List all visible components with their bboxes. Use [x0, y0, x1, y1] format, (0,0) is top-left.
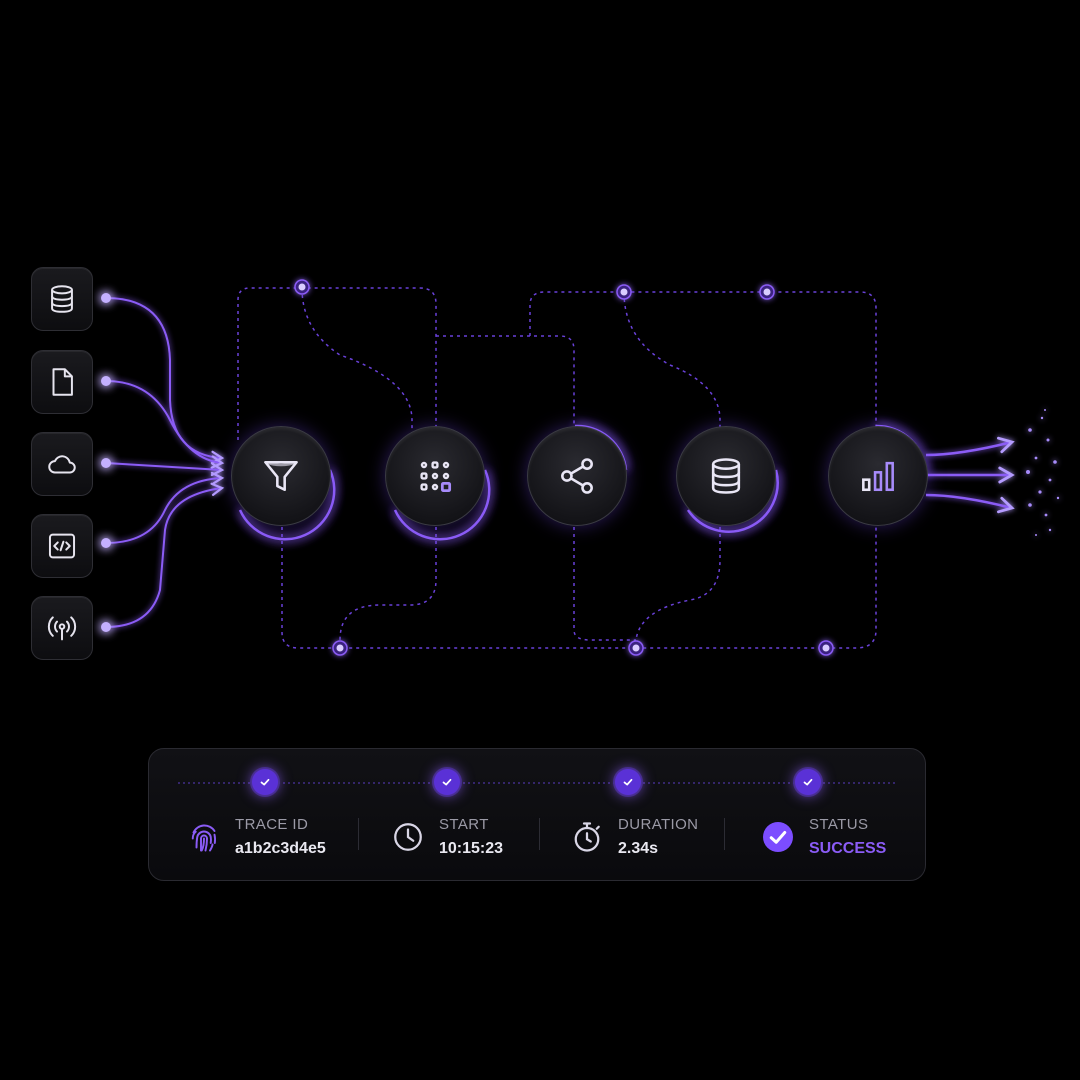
output-particles [1026, 409, 1060, 536]
metric-start: START 10:15:23 [387, 813, 503, 861]
connector-dot [101, 458, 111, 468]
node-route[interactable] [527, 426, 627, 526]
check-icon [623, 778, 633, 786]
check-icon [442, 778, 452, 786]
divider [724, 818, 725, 850]
source-connectors [105, 297, 225, 628]
qr-grid-icon [420, 461, 452, 493]
step-check-4 [795, 769, 821, 795]
clock-icon [387, 816, 429, 858]
cloud-icon [48, 455, 76, 474]
status-label: STATUS [809, 815, 869, 833]
broadcast-icon [47, 616, 77, 641]
check-icon [803, 778, 813, 786]
trace-id-label: TRACE ID [235, 815, 309, 833]
source-cloud[interactable] [31, 432, 93, 496]
source-database[interactable] [31, 267, 93, 331]
duration-label: DURATION [618, 815, 699, 833]
step-check-2 [434, 769, 460, 795]
metric-duration: DURATION 2.34s [566, 813, 698, 861]
database-icon [51, 285, 73, 313]
database-icon [711, 458, 741, 494]
duration-value: 2.34s [618, 839, 659, 857]
node-filter[interactable] [231, 426, 331, 526]
file-icon [52, 368, 73, 396]
connector-dot [101, 293, 111, 303]
source-code[interactable] [31, 514, 93, 578]
step-check-3 [615, 769, 641, 795]
step-check-1 [252, 769, 278, 795]
node-process[interactable] [385, 426, 485, 526]
output-arrows [925, 436, 1015, 514]
pipeline-diagram [101, 279, 1060, 656]
filter-icon [264, 460, 298, 492]
status-check-icon [757, 816, 799, 858]
fingerprint-icon [183, 816, 225, 858]
trace-id-value: a1b2c3d4e5 [235, 839, 326, 857]
trace-progress-line [178, 782, 898, 784]
stopwatch-icon [566, 816, 608, 858]
connector-dot [101, 622, 111, 632]
node-store[interactable] [676, 426, 776, 526]
divider [358, 818, 359, 850]
source-file[interactable] [31, 350, 93, 414]
connector-dot [101, 376, 111, 386]
share-icon [561, 458, 593, 494]
check-icon [260, 778, 270, 786]
metric-status: STATUS SUCCESS [757, 813, 886, 861]
source-broadcast[interactable] [31, 596, 93, 660]
code-icon [48, 533, 76, 559]
bar-chart-icon [862, 461, 894, 492]
metric-trace-id: TRACE ID a1b2c3d4e5 [183, 813, 326, 861]
source-connector-dots [101, 293, 111, 632]
connector-dot [101, 538, 111, 548]
start-label: START [439, 815, 489, 833]
divider [539, 818, 540, 850]
status-value: SUCCESS [809, 839, 887, 857]
node-analytics[interactable] [828, 426, 928, 526]
start-value: 10:15:23 [439, 839, 504, 857]
